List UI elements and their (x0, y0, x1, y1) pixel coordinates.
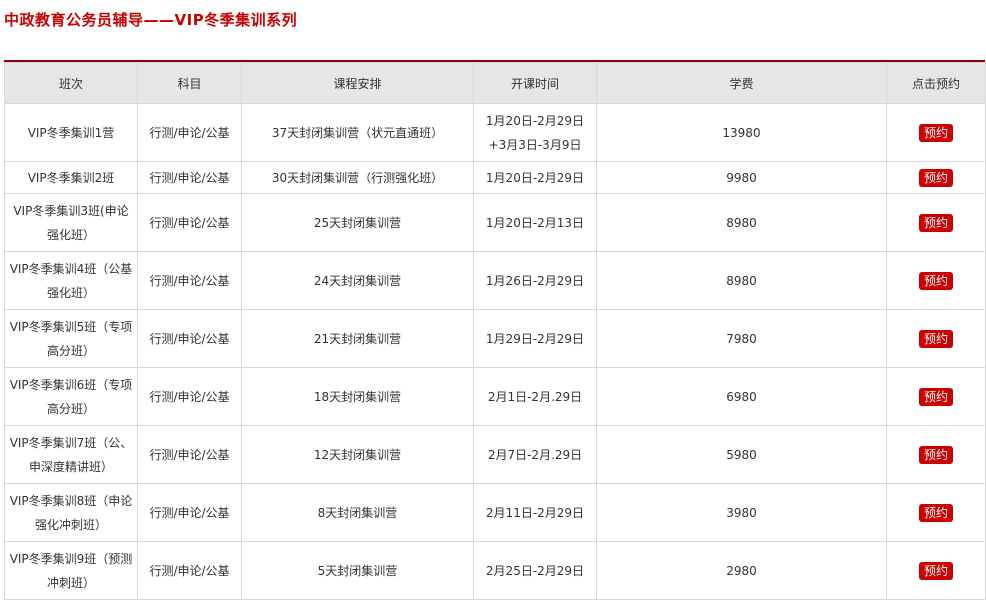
column-header-reserve: 点击预约 (886, 62, 986, 104)
class-cell: VIP冬季集训8班（申论强化冲刺班） (4, 483, 138, 542)
reserve-cell: 预约 (886, 161, 986, 194)
subject-cell: 行测/申论/公基 (137, 483, 242, 542)
fee-cell: 6980 (596, 367, 887, 426)
schedule-cell: 24天封闭集训营 (241, 251, 474, 310)
reserve-button[interactable]: 预约 (918, 503, 953, 522)
fee-cell: 7980 (596, 309, 887, 368)
subject-cell: 行测/申论/公基 (137, 541, 242, 600)
class-cell: VIP冬季集训4班（公基强化班） (4, 251, 138, 310)
fee-cell: 13980 (596, 103, 887, 162)
class-cell: VIP冬季集训9班（预测冲刺班） (4, 541, 138, 600)
table-row: VIP冬季集训1营 行测/申论/公基 37天封闭集训营（状元直通班） 1月20日… (4, 103, 986, 162)
start-time-cell: 1月26日-2月29日 (473, 251, 597, 310)
course-schedule-table: 班次 科目 课程安排 开课时间 学费 点击预约 VIP冬季集训1营 行测/申论/… (4, 62, 986, 600)
column-header-schedule: 课程安排 (241, 62, 474, 104)
schedule-cell: 37天封闭集训营（状元直通班） (241, 103, 474, 162)
start-time-cell: 1月20日-2月29日 (473, 161, 597, 194)
schedule-cell: 21天封闭集训营 (241, 309, 474, 368)
start-time-cell: 2月1日-2月.29日 (473, 367, 597, 426)
column-header-subject: 科目 (137, 62, 242, 104)
reserve-cell: 预约 (886, 483, 986, 542)
reserve-button[interactable]: 预约 (918, 561, 953, 580)
table-row: VIP冬季集训9班（预测冲刺班） 行测/申论/公基 5天封闭集训营 2月25日-… (4, 541, 986, 600)
subject-cell: 行测/申论/公基 (137, 103, 242, 162)
table-row: VIP冬季集训2班 行测/申论/公基 30天封闭集训营（行测强化班） 1月20日… (4, 161, 986, 194)
reserve-cell: 预约 (886, 367, 986, 426)
reserve-button[interactable]: 预约 (918, 271, 953, 290)
table-row: VIP冬季集训4班（公基强化班） 行测/申论/公基 24天封闭集训营 1月26日… (4, 251, 986, 310)
reserve-cell: 预约 (886, 541, 986, 600)
reserve-button[interactable]: 预约 (918, 168, 953, 187)
subject-cell: 行测/申论/公基 (137, 425, 242, 484)
start-time-cell: 2月25日-2月29日 (473, 541, 597, 600)
table-row: VIP冬季集训3班(申论强化班） 行测/申论/公基 25天封闭集训营 1月20日… (4, 193, 986, 252)
reserve-button[interactable]: 预约 (918, 213, 953, 232)
start-time-cell: 1月20日-2月29日+3月3日-3月9日 (473, 103, 597, 162)
fee-cell: 8980 (596, 193, 887, 252)
reserve-button[interactable]: 预约 (918, 329, 953, 348)
page-title: 中政教育公务员辅导——VIP冬季集训系列 (4, 11, 298, 29)
table-header: 班次 科目 课程安排 开课时间 学费 点击预约 (4, 62, 986, 104)
subject-cell: 行测/申论/公基 (137, 367, 242, 426)
class-cell: VIP冬季集训3班(申论强化班） (4, 193, 138, 252)
table-row: VIP冬季集训5班（专项高分班） 行测/申论/公基 21天封闭集训营 1月29日… (4, 309, 986, 368)
reserve-button[interactable]: 预约 (918, 123, 953, 142)
class-cell: VIP冬季集训5班（专项高分班） (4, 309, 138, 368)
class-cell: VIP冬季集训2班 (4, 161, 138, 194)
class-cell: VIP冬季集训7班（公、申深度精讲班） (4, 425, 138, 484)
header-row: 班次 科目 课程安排 开课时间 学费 点击预约 (4, 62, 986, 104)
column-header-fee: 学费 (596, 62, 887, 104)
reserve-cell: 预约 (886, 193, 986, 252)
reserve-cell: 预约 (886, 251, 986, 310)
start-time-cell: 2月7日-2月.29日 (473, 425, 597, 484)
fee-cell: 9980 (596, 161, 887, 194)
reserve-button[interactable]: 预约 (918, 445, 953, 464)
subject-cell: 行测/申论/公基 (137, 161, 242, 194)
schedule-cell: 12天封闭集训营 (241, 425, 474, 484)
start-time-cell: 2月11日-2月29日 (473, 483, 597, 542)
table-row: VIP冬季集训6班（专项高分班） 行测/申论/公基 18天封闭集训营 2月1日-… (4, 367, 986, 426)
reserve-button[interactable]: 预约 (918, 387, 953, 406)
fee-cell: 2980 (596, 541, 887, 600)
class-cell: VIP冬季集训6班（专项高分班） (4, 367, 138, 426)
table-row: VIP冬季集训8班（申论强化冲刺班） 行测/申论/公基 8天封闭集训营 2月11… (4, 483, 986, 542)
start-time-cell: 1月29日-2月29日 (473, 309, 597, 368)
subject-cell: 行测/申论/公基 (137, 193, 242, 252)
schedule-cell: 8天封闭集训营 (241, 483, 474, 542)
subject-cell: 行测/申论/公基 (137, 251, 242, 310)
table-body: VIP冬季集训1营 行测/申论/公基 37天封闭集训营（状元直通班） 1月20日… (4, 103, 986, 600)
start-time-cell: 1月20日-2月13日 (473, 193, 597, 252)
table-row: VIP冬季集训7班（公、申深度精讲班） 行测/申论/公基 12天封闭集训营 2月… (4, 425, 986, 484)
reserve-cell: 预约 (886, 309, 986, 368)
class-cell: VIP冬季集训1营 (4, 103, 138, 162)
column-header-class: 班次 (4, 62, 138, 104)
schedule-cell: 5天封闭集训营 (241, 541, 474, 600)
fee-cell: 5980 (596, 425, 887, 484)
subject-cell: 行测/申论/公基 (137, 309, 242, 368)
fee-cell: 3980 (596, 483, 887, 542)
schedule-cell: 25天封闭集训营 (241, 193, 474, 252)
fee-cell: 8980 (596, 251, 887, 310)
schedule-cell: 18天封闭集训营 (241, 367, 474, 426)
reserve-cell: 预约 (886, 103, 986, 162)
schedule-cell: 30天封闭集训营（行测强化班） (241, 161, 474, 194)
column-header-start-time: 开课时间 (473, 62, 597, 104)
reserve-cell: 预约 (886, 425, 986, 484)
